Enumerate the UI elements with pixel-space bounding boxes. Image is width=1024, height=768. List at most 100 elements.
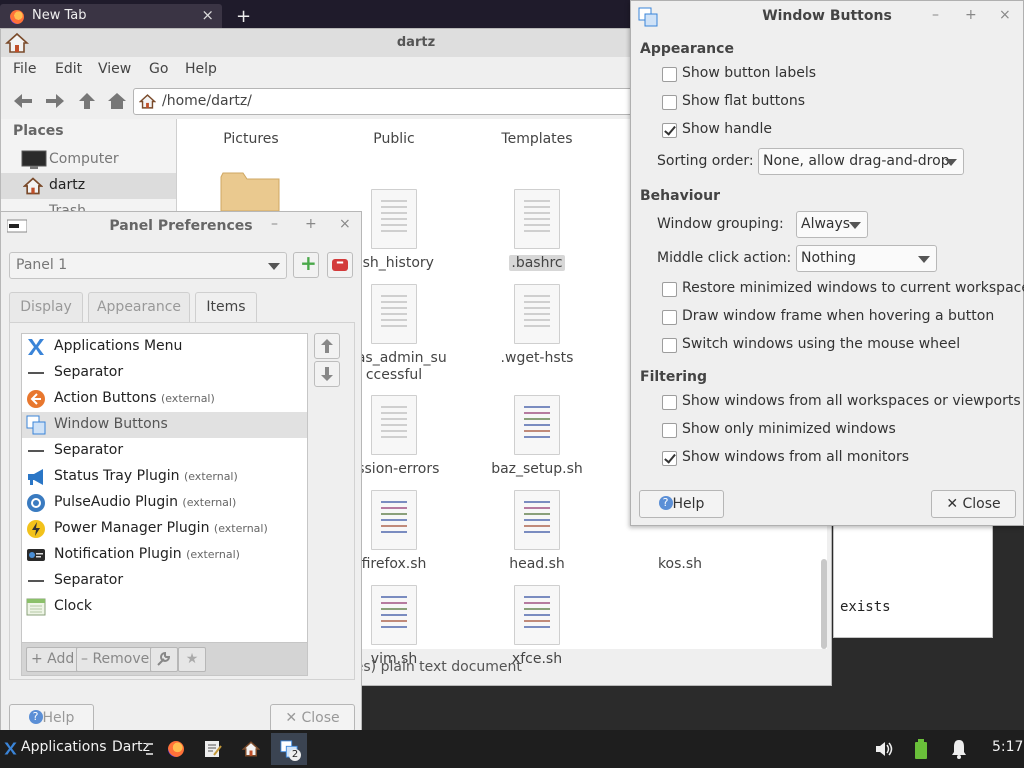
tab-items[interactable]: Items [195, 292, 257, 322]
forward-icon[interactable] [45, 93, 65, 109]
terminal-text: exists [840, 599, 891, 615]
taskbar: Applications Dartz 2 5:17 [0, 730, 1024, 768]
tab-display[interactable]: Display [9, 292, 83, 322]
appearance-heading: Appearance [640, 41, 734, 57]
location-bar[interactable]: /home/dartz/ [133, 88, 633, 115]
applications-menu-icon[interactable] [3, 740, 18, 757]
list-item[interactable]: PulseAudio Plugin (external) [22, 490, 307, 516]
list-item[interactable]: Notification Plugin (external) [22, 542, 307, 568]
clock[interactable]: 5:17 [992, 739, 1023, 755]
remove-item-button[interactable]: – Remove [76, 647, 155, 672]
panel-select-value: Panel 1 [16, 257, 68, 273]
close-button[interactable]: ✕ Close [270, 704, 355, 732]
add-item-button[interactable]: + Add [26, 647, 80, 672]
list-item[interactable]: Separator [22, 438, 307, 464]
help-button[interactable]: ? Help [639, 490, 724, 518]
middle-click-label: Middle click action: [657, 250, 792, 266]
middle-click-select[interactable]: Nothing [796, 245, 937, 272]
list-item[interactable]: Clock [22, 594, 307, 620]
minimize-button[interactable]: – [932, 7, 939, 23]
action-buttons-icon [27, 390, 45, 408]
workspace-label[interactable]: Dartz [112, 739, 150, 755]
folder-icon[interactable] [219, 169, 281, 211]
browser-tab[interactable]: New Tab × [0, 4, 222, 28]
sidebar-item-label: dartz [49, 177, 86, 193]
remove-panel-button[interactable]: – [327, 252, 353, 278]
file-name: Templates [501, 131, 573, 147]
sorting-order-select[interactable]: None, allow drag-and-drop [758, 148, 964, 175]
close-window-button[interactable]: × [339, 216, 351, 232]
item-label: Clock [54, 598, 93, 614]
browser-tab-close-button[interactable]: × [201, 6, 214, 24]
back-icon[interactable] [13, 93, 33, 109]
arrow-up-icon [321, 339, 333, 353]
file-name: kos.sh [657, 556, 703, 572]
applications-menu-button[interactable]: Applications [21, 739, 107, 755]
up-icon[interactable] [77, 93, 97, 109]
list-item[interactable]: Action Buttons (external) [22, 386, 307, 412]
item-external: (external) [186, 548, 240, 561]
megaphone-icon [28, 469, 43, 485]
plugin-list: Applications Menu Separator Action Butto… [21, 333, 308, 643]
minimize-button[interactable]: – [271, 216, 278, 232]
power-icon [27, 520, 45, 538]
close-button[interactable]: ✕ Close [931, 490, 1016, 518]
maximize-button[interactable]: + [965, 7, 977, 23]
list-item[interactable]: Separator [22, 360, 307, 386]
script-file-icon [514, 490, 560, 550]
menu-go[interactable]: Go [149, 61, 168, 77]
notification-bell-icon[interactable] [951, 739, 967, 759]
menu-file[interactable]: File [13, 61, 36, 77]
sidebar-item-computer[interactable]: Computer [1, 147, 176, 173]
panel-select[interactable]: Panel 1 [9, 252, 287, 279]
text-file-icon [371, 189, 417, 249]
star-icon: ★ [185, 651, 199, 667]
item-properties-button[interactable] [150, 647, 178, 672]
list-item[interactable]: Applications Menu [22, 334, 307, 360]
text-file-icon [371, 395, 417, 455]
volume-icon[interactable] [874, 740, 894, 758]
help-button[interactable]: ? Help [9, 704, 94, 732]
arrow-down-icon [321, 367, 333, 381]
list-item[interactable]: Power Manager Plugin (external) [22, 516, 307, 542]
wrench-icon [157, 651, 171, 666]
move-up-button[interactable] [314, 333, 340, 359]
notification-icon [27, 549, 45, 561]
browser-new-tab-button[interactable]: + [236, 6, 251, 27]
item-label: PulseAudio Plugin [54, 494, 178, 510]
settings-task-group-button[interactable]: 2 [271, 733, 307, 765]
battery-icon[interactable] [915, 739, 927, 759]
checkmark-icon [662, 451, 677, 466]
firefox-task-button[interactable] [158, 733, 194, 765]
handle-icon [146, 743, 153, 755]
list-item[interactable]: Window Buttons [22, 412, 307, 438]
file-name: baz_setup.sh [491, 461, 583, 477]
list-item[interactable]: Status Tray Plugin (external) [22, 464, 307, 490]
menu-view[interactable]: View [98, 61, 131, 77]
about-item-button[interactable]: ★ [178, 647, 206, 672]
sidebar-item-dartz[interactable]: dartz [1, 173, 176, 199]
file-view-scrollbar[interactable] [821, 559, 827, 649]
chevron-down-icon [849, 222, 861, 229]
file-manager-task-button[interactable] [233, 733, 269, 765]
move-down-button[interactable] [314, 361, 340, 387]
maximize-button[interactable]: + [305, 216, 317, 232]
window-buttons-icon [26, 415, 46, 435]
menu-edit[interactable]: Edit [55, 61, 82, 77]
window-grouping-select[interactable]: Always [796, 211, 868, 238]
menu-help[interactable]: Help [185, 61, 217, 77]
editor-task-button[interactable] [195, 733, 231, 765]
home-icon [139, 94, 156, 109]
add-panel-button[interactable]: + [293, 251, 319, 278]
home-button-icon[interactable] [107, 93, 127, 109]
separator-icon [28, 580, 44, 582]
tab-appearance[interactable]: Appearance [88, 292, 190, 322]
checkbox-box [662, 67, 677, 82]
item-label: Separator [54, 442, 124, 458]
firefox-icon [10, 10, 24, 24]
close-window-button[interactable]: × [999, 7, 1011, 23]
home-icon [5, 32, 29, 53]
checkmark-icon [662, 123, 677, 138]
list-item[interactable]: Separator [22, 568, 307, 594]
text-file-icon [371, 284, 417, 344]
